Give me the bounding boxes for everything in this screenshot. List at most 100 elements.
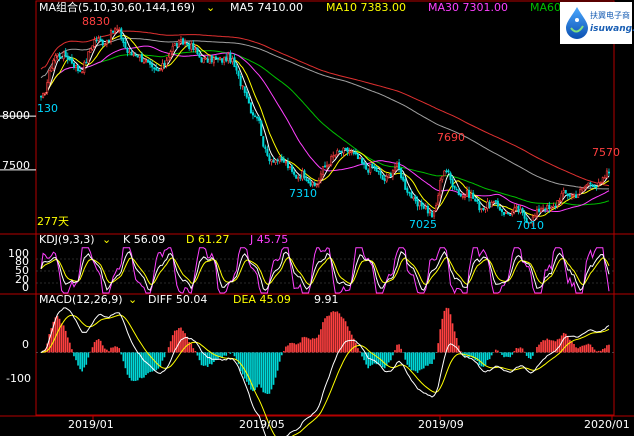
candle[interactable]	[258, 117, 261, 121]
candle[interactable]	[540, 208, 543, 213]
candle[interactable]	[48, 69, 51, 83]
candle[interactable]	[46, 82, 49, 93]
candle[interactable]	[204, 57, 207, 60]
candle[interactable]	[328, 164, 331, 167]
candle[interactable]	[149, 61, 152, 65]
candle[interactable]	[356, 153, 359, 160]
candle[interactable]	[398, 162, 401, 170]
candle[interactable]	[412, 196, 415, 199]
candle[interactable]	[338, 150, 341, 153]
candle[interactable]	[453, 185, 456, 189]
candle[interactable]	[140, 53, 143, 62]
candle[interactable]	[297, 177, 300, 180]
candle[interactable]	[83, 61, 86, 73]
candle[interactable]	[181, 38, 185, 45]
candle[interactable]	[245, 91, 248, 98]
candle[interactable]	[385, 176, 388, 182]
candle[interactable]	[272, 160, 275, 163]
candle[interactable]	[235, 66, 238, 71]
candle[interactable]	[365, 164, 368, 170]
candle[interactable]	[500, 209, 503, 213]
candle[interactable]	[463, 196, 466, 198]
candle[interactable]	[492, 201, 495, 203]
candle[interactable]	[79, 70, 82, 72]
candle[interactable]	[175, 43, 178, 47]
candle[interactable]	[445, 170, 448, 173]
candle[interactable]	[194, 48, 197, 51]
candle[interactable]	[200, 57, 203, 63]
candle[interactable]	[595, 185, 598, 188]
candle[interactable]	[428, 211, 431, 214]
candle[interactable]	[393, 166, 396, 172]
candle[interactable]	[509, 214, 512, 216]
candle[interactable]	[282, 158, 285, 163]
candle[interactable]	[461, 195, 464, 198]
candle[interactable]	[66, 55, 69, 60]
candle[interactable]	[330, 156, 333, 166]
candle[interactable]	[274, 159, 277, 164]
candle[interactable]	[124, 41, 127, 49]
candle[interactable]	[54, 55, 57, 62]
candle[interactable]	[68, 58, 71, 61]
candle[interactable]	[591, 184, 594, 187]
candle[interactable]	[480, 208, 483, 210]
candle[interactable]	[468, 190, 471, 198]
candle[interactable]	[293, 171, 296, 175]
candle[interactable]	[585, 184, 588, 188]
candle[interactable]	[414, 195, 417, 202]
candle[interactable]	[537, 208, 541, 212]
candle[interactable]	[313, 182, 316, 187]
candle[interactable]	[210, 55, 213, 63]
candle[interactable]	[396, 162, 399, 167]
candle[interactable]	[560, 193, 563, 202]
candle[interactable]	[81, 71, 84, 74]
candle[interactable]	[402, 176, 405, 181]
candle[interactable]	[548, 204, 551, 210]
candle[interactable]	[552, 205, 555, 208]
candle[interactable]	[430, 212, 434, 218]
candle[interactable]	[581, 187, 584, 191]
candle[interactable]	[494, 200, 497, 202]
candle[interactable]	[459, 193, 462, 197]
chevron-down-icon[interactable]: ⌄	[206, 1, 215, 14]
candle[interactable]	[114, 28, 117, 32]
candle[interactable]	[237, 70, 240, 77]
candle[interactable]	[441, 175, 444, 180]
candle[interactable]	[433, 210, 436, 217]
chevron-down-icon[interactable]: ⌄	[128, 293, 137, 306]
candle[interactable]	[544, 208, 547, 211]
candle[interactable]	[579, 189, 582, 195]
candle[interactable]	[91, 45, 94, 50]
candle[interactable]	[163, 62, 166, 66]
candle[interactable]	[332, 155, 335, 158]
candle[interactable]	[142, 61, 145, 64]
candle[interactable]	[99, 38, 102, 41]
candle[interactable]	[354, 152, 357, 155]
candle[interactable]	[212, 57, 215, 64]
candle[interactable]	[192, 42, 195, 51]
candle[interactable]	[371, 163, 374, 167]
candle[interactable]	[447, 170, 450, 173]
candle[interactable]	[50, 67, 53, 72]
candle[interactable]	[299, 176, 302, 179]
candle[interactable]	[533, 214, 536, 218]
candle[interactable]	[97, 38, 100, 41]
candle[interactable]	[383, 178, 386, 182]
candle[interactable]	[276, 159, 279, 162]
candle[interactable]	[439, 180, 442, 196]
candle[interactable]	[387, 174, 390, 178]
candle[interactable]	[126, 48, 129, 53]
candle[interactable]	[89, 48, 92, 53]
candle[interactable]	[85, 61, 88, 64]
macd-indicator-name[interactable]: MACD(12,26,9)	[39, 293, 123, 306]
candle[interactable]	[570, 194, 573, 197]
candle[interactable]	[247, 96, 250, 104]
candle[interactable]	[558, 200, 561, 202]
candle[interactable]	[206, 58, 209, 63]
candle[interactable]	[233, 57, 236, 68]
candle[interactable]	[550, 206, 553, 209]
candle[interactable]	[488, 201, 491, 208]
candle[interactable]	[589, 182, 592, 185]
candle[interactable]	[424, 206, 427, 209]
candle[interactable]	[521, 208, 524, 214]
